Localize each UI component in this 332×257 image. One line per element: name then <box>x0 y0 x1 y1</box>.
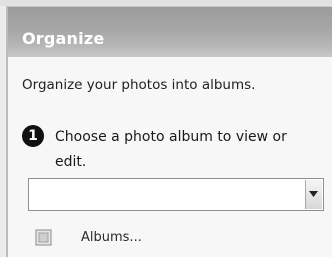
dropdown-arrow-icon <box>309 191 318 197</box>
organize-panel: Organize Organize your photos into album… <box>6 6 332 257</box>
step-number-badge: 1 <box>22 125 44 147</box>
album-icon <box>35 229 52 246</box>
albums-link[interactable]: Albums... <box>34 226 234 252</box>
album-select-dropdown-button[interactable] <box>305 180 322 209</box>
albums-link-label: Albums... <box>81 230 142 245</box>
panel-header: Organize <box>8 7 332 57</box>
album-select[interactable] <box>28 178 324 211</box>
screenshot-root: Organize Organize your photos into album… <box>0 0 332 257</box>
panel-description: Organize your photos into albums. <box>22 77 256 93</box>
step-instruction: Choose a photo album to view or edit. <box>55 129 287 170</box>
panel-title: Organize <box>22 29 105 48</box>
